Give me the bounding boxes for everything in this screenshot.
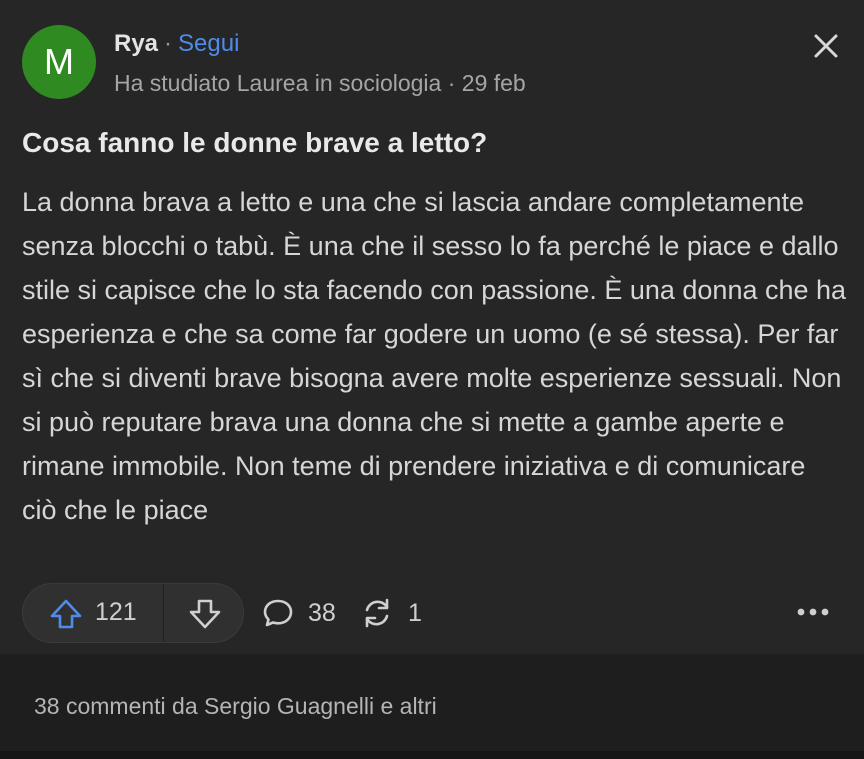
upvote-arrow-icon xyxy=(50,599,82,629)
follow-link[interactable]: Segui xyxy=(178,30,239,57)
author-row: Rya · Segui xyxy=(114,30,239,58)
share-count: 1 xyxy=(408,599,422,627)
downvote-button[interactable] xyxy=(164,584,243,642)
upvote-button[interactable]: 121 xyxy=(23,584,163,642)
vote-control: 121 xyxy=(22,583,244,643)
post-body: La donna brava a letto e una che si lasc… xyxy=(22,187,847,525)
author-name[interactable]: Rya xyxy=(114,30,158,57)
downvote-arrow-icon xyxy=(189,599,221,629)
post-date[interactable]: 29 feb xyxy=(462,70,526,96)
comment-count: 38 xyxy=(308,599,336,627)
more-options-button[interactable] xyxy=(794,602,834,622)
author-credential: Ha studiato Laurea in sociologia xyxy=(114,70,442,96)
more-dots-icon xyxy=(797,608,829,616)
share-refresh-icon xyxy=(365,598,389,628)
credential-row: Ha studiato Laurea in sociologia · 29 fe… xyxy=(114,70,526,97)
comments-summary[interactable]: 38 commenti da Sergio Guagnelli e altri xyxy=(34,693,437,720)
date-separator: · xyxy=(447,70,456,96)
upvote-count: 121 xyxy=(95,598,137,626)
author-separator: · xyxy=(164,30,173,57)
avatar[interactable]: M xyxy=(22,25,96,99)
bottom-divider xyxy=(0,751,864,759)
comment-bubble-icon xyxy=(263,599,293,627)
close-icon xyxy=(814,34,838,58)
close-button[interactable] xyxy=(812,32,840,60)
post-card: M Rya · Segui Ha studiato Laurea in sociol… xyxy=(0,0,864,654)
post-title[interactable]: Cosa fanno le donne brave a letto? xyxy=(22,127,487,159)
